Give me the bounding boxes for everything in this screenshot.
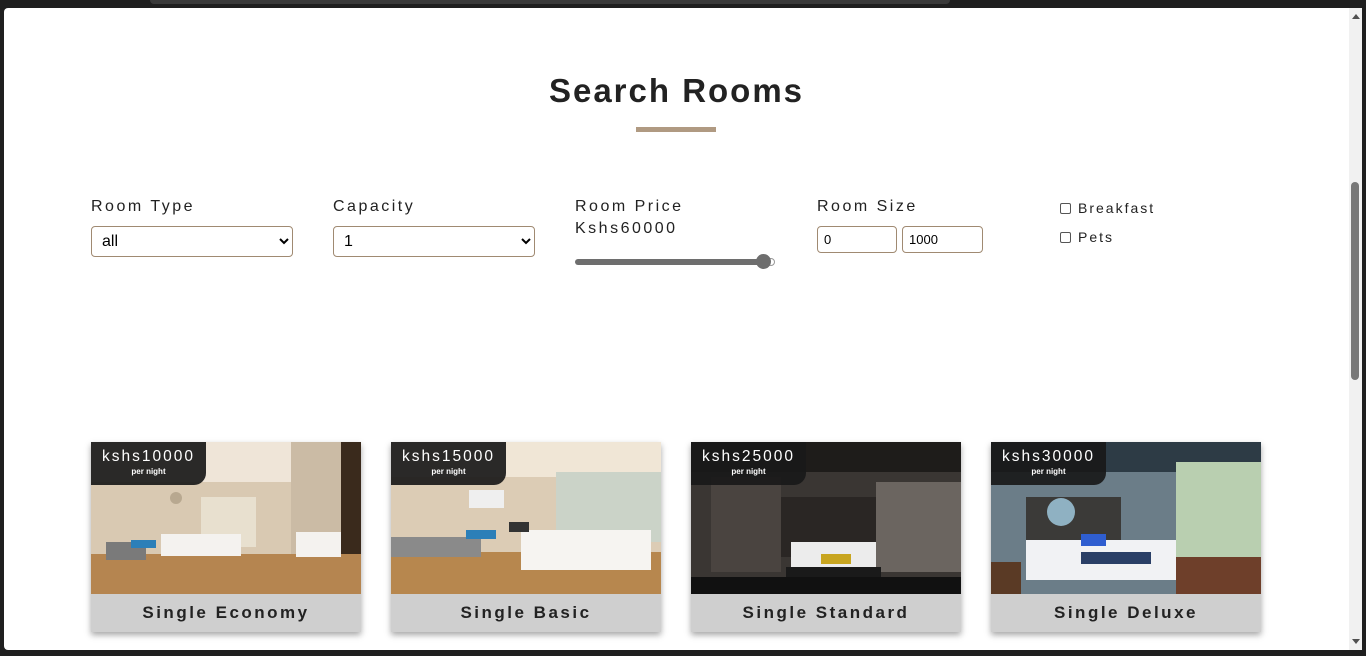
title-underline [636,127,716,132]
vertical-scrollbar[interactable] [1349,8,1362,650]
room-size-max-input[interactable] [902,226,983,253]
breakfast-label: Breakfast [1078,200,1156,216]
room-card[interactable]: kshs15000 per night Single Basic [391,442,661,632]
scroll-down-icon[interactable] [1352,639,1360,644]
room-type-select[interactable]: all [91,226,293,257]
breakfast-checkbox[interactable] [1060,202,1071,214]
scroll-up-icon[interactable] [1352,14,1360,19]
room-size-label: Room Size [817,198,918,215]
per-night-text: per night [131,467,166,476]
per-night-text: per night [431,467,466,476]
pets-label: Pets [1078,229,1115,245]
room-price-slider[interactable] [575,253,777,271]
room-name[interactable]: Single Standard [691,594,961,632]
pets-row[interactable]: Pets [1060,229,1114,245]
page-title: Search Rooms [548,72,805,109]
capacity-label: Capacity [333,198,416,215]
room-name[interactable]: Single Economy [91,594,361,632]
price-badge: kshs10000 per night [91,442,206,485]
price-text: kshs25000 [702,448,795,465]
price-badge: kshs30000 per night [991,442,1106,485]
room-size-min-input[interactable] [817,226,897,253]
price-badge: kshs15000 per night [391,442,506,485]
room-card[interactable]: kshs25000 per night Single Standard [691,442,961,632]
room-price-label: Room Price [575,198,684,215]
price-badge: kshs25000 per night [691,442,806,485]
room-type-label: Room Type [91,198,196,215]
scrollbar-thumb[interactable] [1351,182,1359,380]
per-night-text: per night [1031,467,1066,476]
room-card[interactable]: kshs30000 per night Single Deluxe [991,442,1261,632]
browser-top-bar [0,0,1366,8]
room-name[interactable]: Single Basic [391,594,661,632]
room-price-value: Kshs60000 [575,220,678,237]
breakfast-row[interactable]: Breakfast [1060,200,1155,216]
price-text: kshs15000 [402,448,495,465]
page-viewport: Search Rooms Room Type all Capacity 1 Ro… [4,8,1349,650]
price-text: kshs10000 [102,448,195,465]
pets-checkbox[interactable] [1060,231,1071,243]
room-name[interactable]: Single Deluxe [991,594,1261,632]
per-night-text: per night [731,467,766,476]
browser-top-pill [150,0,950,4]
slider-thumb[interactable] [756,254,771,269]
room-card[interactable]: kshs10000 per night Single Economy [91,442,361,632]
capacity-select[interactable]: 1 [333,226,535,257]
slider-track [575,259,771,265]
price-text: kshs30000 [1002,448,1095,465]
